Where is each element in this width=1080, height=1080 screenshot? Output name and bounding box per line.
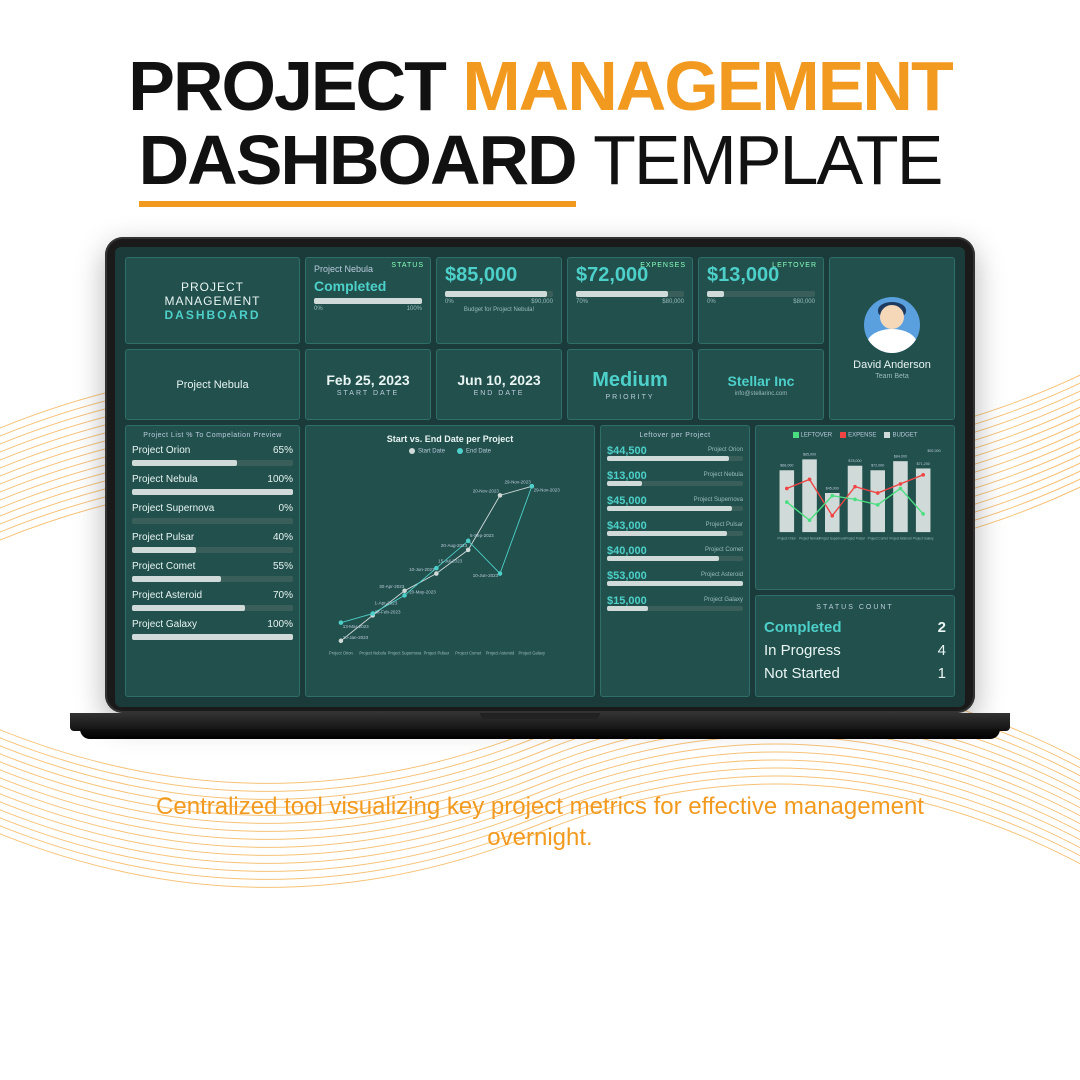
list-item: $45,000Project Supernova <box>607 495 743 511</box>
project-selector[interactable]: Project Nebula <box>125 349 300 419</box>
svg-text:29-Nov-2023: 29-Nov-2023 <box>534 487 561 492</box>
svg-text:Project Asteroid: Project Asteroid <box>889 536 911 540</box>
list-item: $13,000Project Nebula <box>607 470 743 486</box>
svg-text:20-May-2023: 20-May-2023 <box>409 589 436 594</box>
svg-text:10-Jun-2023: 10-Jun-2023 <box>409 566 435 571</box>
list-item: $44,500Project Orion <box>607 445 743 461</box>
status-card: Project Nebula STATUS Completed 0%100% <box>305 257 431 344</box>
svg-text:Project Pulsar: Project Pulsar <box>845 536 865 540</box>
list-item: In Progress4 <box>764 642 946 659</box>
svg-text:10-Jun-2023: 10-Jun-2023 <box>473 573 499 578</box>
svg-text:20-Aug-2023: 20-Aug-2023 <box>441 543 468 548</box>
svg-text:$92,000: $92,000 <box>928 449 941 453</box>
kpi-leftover: LEFTOVER $13,000 0%$80,000 <box>698 257 824 344</box>
end-date-card: Jun 10, 2023END DATE <box>436 349 562 419</box>
svg-text:29-Nov-2023: 29-Nov-2023 <box>505 479 532 484</box>
svg-text:5-Sep-2023: 5-Sep-2023 <box>470 533 494 538</box>
list-item: $43,000Project Pulsar <box>607 520 743 536</box>
kpi-expenses: EXPENSES $72,000 70%$80,000 <box>567 257 693 344</box>
kpi-budget: $85,000 0%$90,000 Budget for Project Neb… <box>436 257 562 344</box>
svg-text:$71,200: $71,200 <box>917 461 930 465</box>
client-card: Stellar Incinfo@stellarinc.com <box>698 349 824 419</box>
avatar-icon <box>864 297 920 353</box>
svg-text:Project Pulsar: Project Pulsar <box>424 650 450 655</box>
list-item: Completed2 <box>764 619 946 636</box>
svg-text:13-Mar-2023: 13-Mar-2023 <box>343 624 369 629</box>
status-count-card: STATUS COUNT Completed2In Progress4Not S… <box>755 595 955 697</box>
tagline: Centralized tool visualizing key project… <box>130 791 950 853</box>
brand-card: PROJECTMANAGEMENTDASHBOARD <box>125 257 300 344</box>
svg-text:Project Nebula: Project Nebula <box>799 536 820 540</box>
list-item: $53,000Project Asteroid <box>607 570 743 586</box>
svg-text:$72,000: $72,000 <box>871 463 884 467</box>
svg-text:$84,000: $84,000 <box>894 454 907 458</box>
budget-bar-chart: LEFTOVEREXPENSEBUDGET $68,000$85,000 $45… <box>755 425 955 590</box>
list-item: $40,000Project Comet <box>607 545 743 561</box>
list-item: Project Comet55% <box>132 561 293 582</box>
leftover-chart: Leftover per Project $44,500Project Orio… <box>600 425 750 697</box>
svg-text:10-Jan-2023: 10-Jan-2023 <box>343 635 369 640</box>
svg-text:Project Galaxy: Project Galaxy <box>913 536 934 540</box>
user-card: David AndersonTeam Beta <box>829 257 955 420</box>
svg-text:Project Supernova: Project Supernova <box>388 650 422 655</box>
list-item: Project Galaxy100% <box>132 619 293 640</box>
list-item: Project Pulsar40% <box>132 532 293 553</box>
timeline-chart: Start vs. End Date per Project Start Dat… <box>305 425 595 697</box>
svg-text:Project Nebula: Project Nebula <box>359 650 386 655</box>
svg-text:1-Apr-2023: 1-Apr-2023 <box>375 600 398 605</box>
laptop-mockup: PROJECTMANAGEMENTDASHBOARD Project Nebul… <box>105 237 975 731</box>
list-item: Project Asteroid70% <box>132 590 293 611</box>
svg-text:$85,000: $85,000 <box>803 452 816 456</box>
list-item: Project Orion65% <box>132 445 293 466</box>
hero-title: PROJECT MANAGEMENT DASHBOARD TEMPLATE <box>128 50 952 197</box>
priority-card: MediumPRIORITY <box>567 349 693 419</box>
project-list-chart: Project List % To Compelation Preview Pr… <box>125 425 300 697</box>
svg-text:Project Comet: Project Comet <box>868 536 888 540</box>
svg-text:Project Galaxy: Project Galaxy <box>519 650 546 655</box>
start-date-card: Feb 25, 2023START DATE <box>305 349 431 419</box>
svg-text:Project Supernova: Project Supernova <box>819 536 845 540</box>
list-item: $15,000Project Galaxy <box>607 595 743 611</box>
list-item: Project Supernova0% <box>132 503 293 524</box>
list-item: Not Started1 <box>764 665 946 682</box>
svg-text:Project Orion: Project Orion <box>329 650 353 655</box>
svg-text:$78,000: $78,000 <box>848 459 861 463</box>
svg-text:28-Feb-2023: 28-Feb-2023 <box>375 609 401 614</box>
svg-text:Project Comet: Project Comet <box>455 650 482 655</box>
svg-text:$45,000: $45,000 <box>826 486 839 490</box>
list-item: Project Nebula100% <box>132 474 293 495</box>
svg-text:Project Orion: Project Orion <box>778 536 797 540</box>
svg-text:20-Nov-2023: 20-Nov-2023 <box>473 488 500 493</box>
svg-text:15-Jul-2023: 15-Jul-2023 <box>438 558 462 563</box>
svg-text:$68,000: $68,000 <box>780 463 793 467</box>
svg-text:Project Asteroid: Project Asteroid <box>486 650 515 655</box>
svg-text:30-Apr-2023: 30-Apr-2023 <box>379 584 405 589</box>
